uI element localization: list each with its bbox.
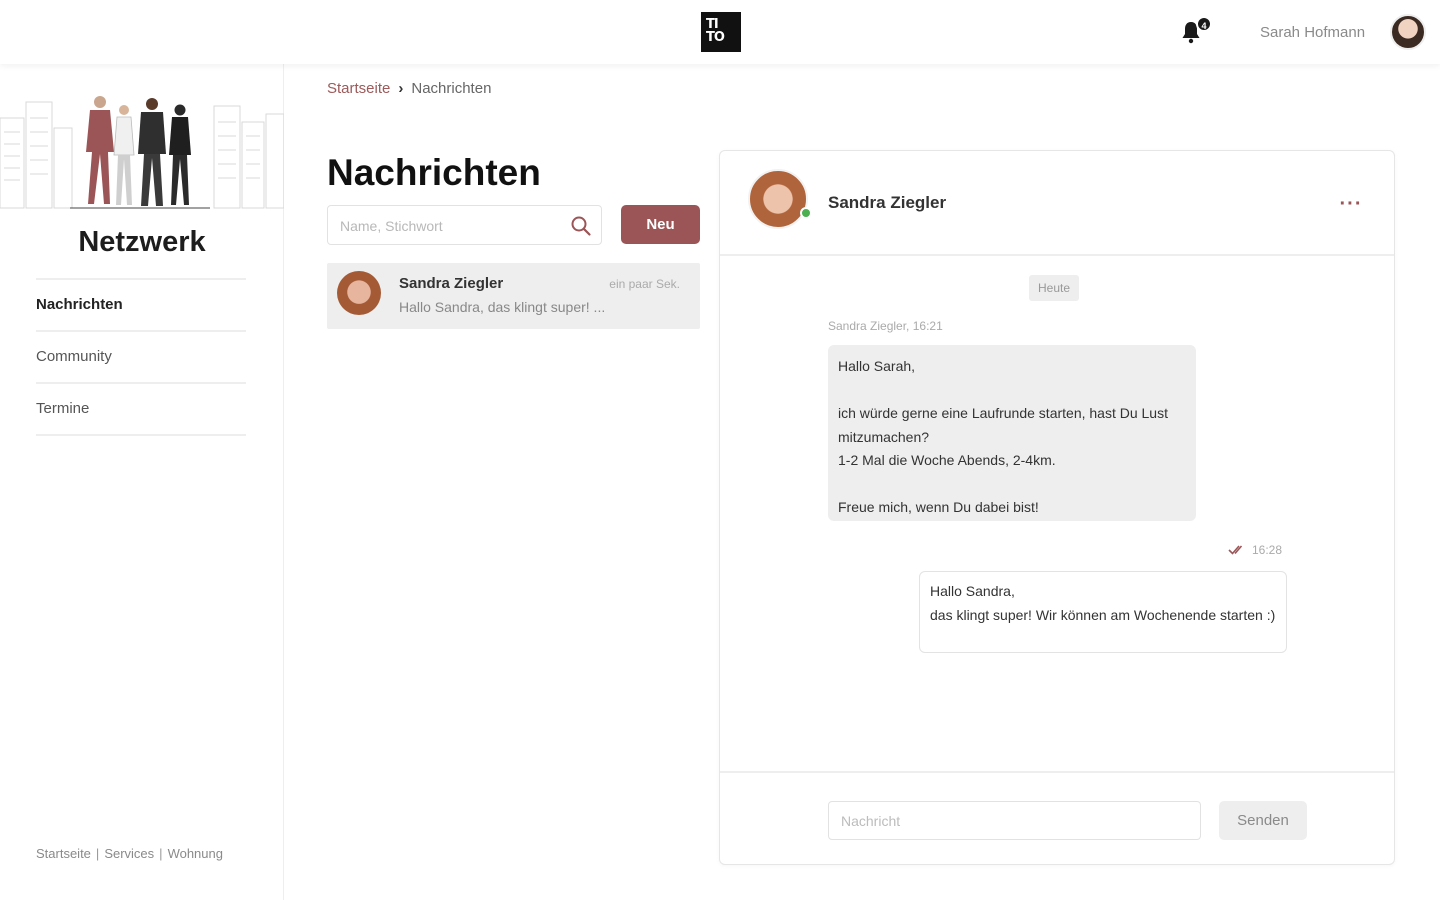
conversation-name: Sandra Ziegler [399, 275, 504, 292]
footer-separator: | [95, 846, 100, 861]
chat-contact-name[interactable]: Sandra Ziegler [828, 193, 946, 213]
chat-contact-avatar[interactable] [748, 169, 808, 229]
sidebar-item-termine[interactable]: Termine [36, 384, 246, 436]
logo-line-2: TO [706, 30, 725, 45]
network-people-illustration [0, 96, 284, 209]
chat-header: Sandra Ziegler ··· [720, 151, 1394, 256]
incoming-message-meta: Sandra Ziegler, 16:21 [828, 319, 943, 333]
breadcrumb-home[interactable]: Startseite [327, 80, 390, 97]
app-logo[interactable]: TI TO [701, 12, 741, 52]
outgoing-message-time: 16:28 [1252, 543, 1283, 557]
sidebar-item-nachrichten[interactable]: Nachrichten [36, 280, 246, 332]
outgoing-message-bubble: Hallo Sandra, das klingt super! Wir könn… [919, 571, 1287, 653]
user-avatar[interactable] [1390, 14, 1426, 50]
chat-composer: Senden [720, 771, 1394, 864]
more-options-button[interactable]: ··· [1336, 189, 1366, 219]
notification-badge: 4 [1196, 16, 1212, 32]
send-button[interactable]: Senden [1219, 801, 1307, 840]
search-box [327, 205, 602, 245]
user-name[interactable]: Sarah Hofmann [1260, 24, 1365, 41]
sidebar-nav: Nachrichten Community Termine [36, 278, 246, 436]
breadcrumb-current: Nachrichten [411, 80, 492, 97]
footer-link-startseite[interactable]: Startseite [36, 846, 91, 861]
online-status-icon [800, 207, 812, 219]
sidebar-item-community[interactable]: Community [36, 332, 246, 384]
sidebar: Netzwerk Nachrichten Community Termine S… [0, 64, 284, 900]
breadcrumb: Startseite › Nachrichten [327, 80, 491, 97]
search-icon[interactable] [570, 215, 592, 237]
conversation-avatar [337, 271, 381, 315]
footer-separator: | [159, 846, 163, 861]
footer-link-services[interactable]: Services [104, 846, 154, 861]
search-input[interactable] [340, 215, 560, 237]
sidebar-footer: Startseite | Services | Wohnung [36, 846, 223, 861]
conversation-preview: Hallo Sandra, das klingt super! ... [399, 299, 606, 315]
day-separator: Heute [1029, 275, 1080, 301]
conversation-time: ein paar Sek. [609, 277, 680, 291]
conversation-item[interactable]: Sandra Ziegler ein paar Sek. Hallo Sandr… [327, 263, 700, 329]
chat-panel: Sandra Ziegler ··· Heute Sandra Ziegler,… [719, 150, 1395, 865]
breadcrumb-chevron-icon: › [398, 80, 404, 97]
double-check-icon [1228, 545, 1243, 555]
incoming-message-bubble: Hallo Sarah, ich würde gerne eine Laufru… [828, 345, 1196, 521]
outgoing-message-meta: 16:28 [1228, 543, 1282, 557]
message-input[interactable] [828, 801, 1201, 840]
page-title: Nachrichten [327, 152, 541, 193]
new-message-button[interactable]: Neu [621, 205, 700, 244]
footer-link-wohnung[interactable]: Wohnung [168, 846, 223, 861]
sidebar-title: Netzwerk [78, 226, 206, 258]
top-bar: TI TO 4 Sarah Hofmann [0, 0, 1440, 64]
